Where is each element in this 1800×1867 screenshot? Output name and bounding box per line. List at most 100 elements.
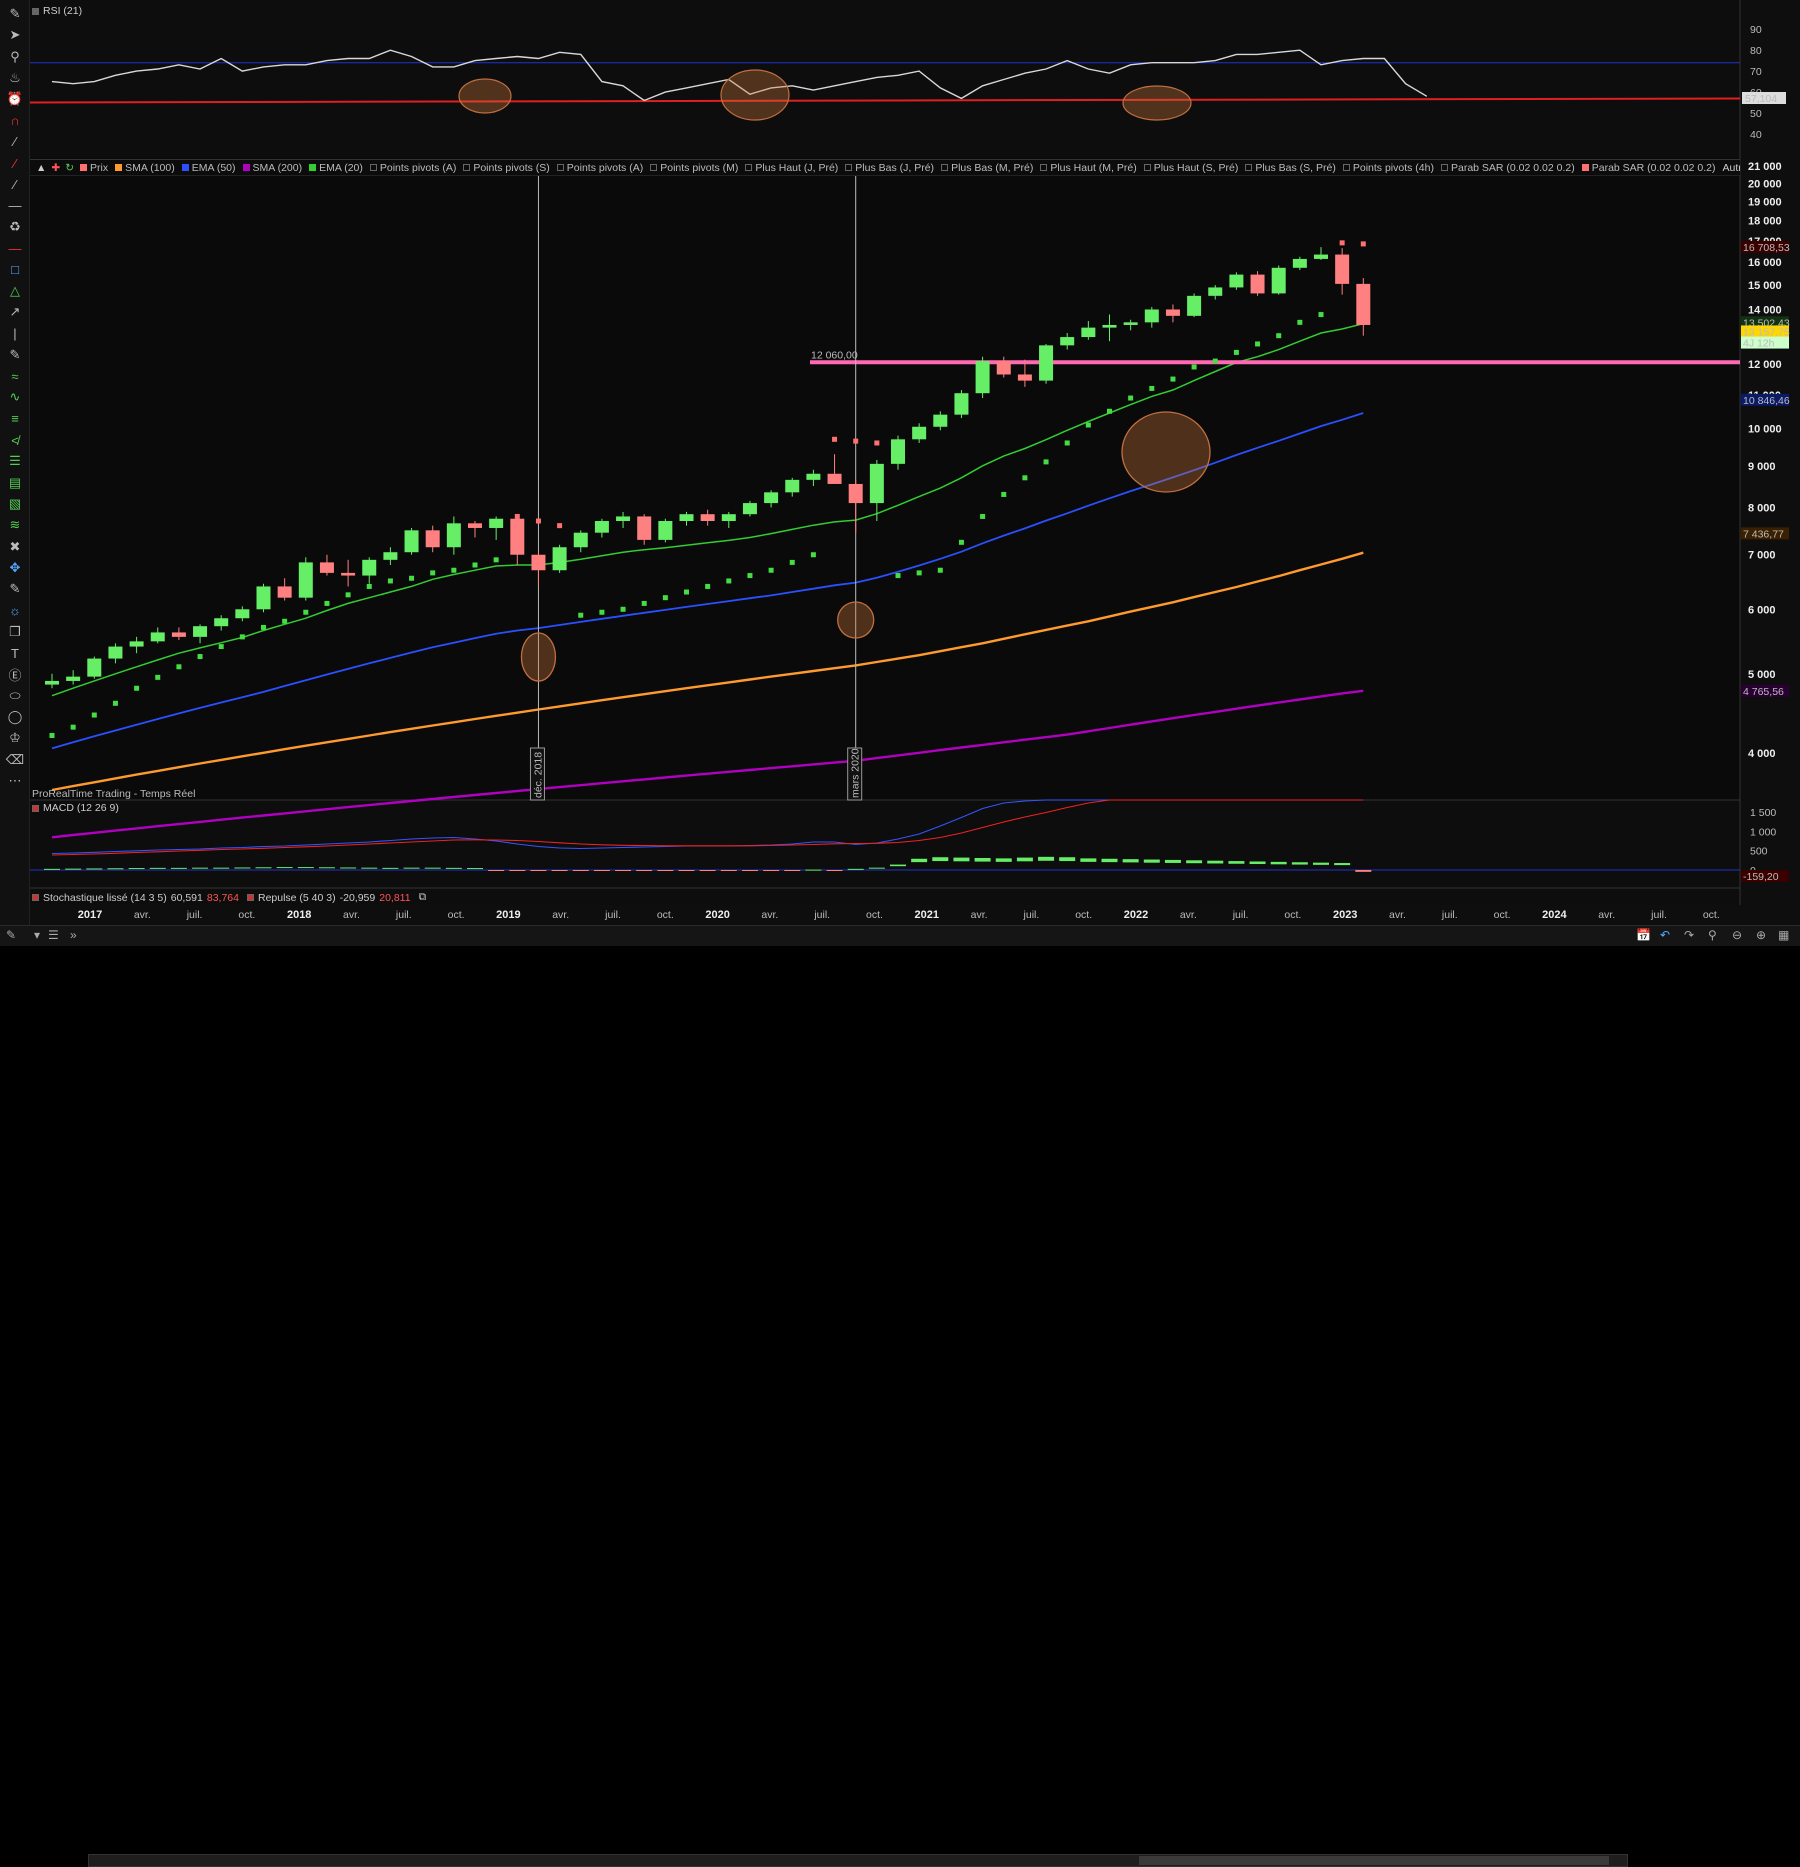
- legend-item[interactable]: Points pivots (M): [650, 162, 738, 174]
- trash-icon[interactable]: ♻: [4, 217, 26, 237]
- macd-label-box[interactable]: MACD (12 26 9): [32, 802, 119, 814]
- crown-icon[interactable]: ♔: [4, 728, 26, 748]
- legend-item[interactable]: Prix: [80, 162, 108, 174]
- fib-icon[interactable]: ≡: [4, 409, 26, 429]
- eraser-icon[interactable]: ⌫: [4, 750, 26, 770]
- legend-checkbox[interactable]: [1143, 164, 1151, 171]
- rsi-checkbox[interactable]: [32, 7, 39, 15]
- legend-checkbox[interactable]: [845, 164, 853, 171]
- legend-checkbox[interactable]: [1040, 164, 1048, 171]
- zoom-out-icon[interactable]: ⊖: [1732, 928, 1742, 942]
- move-icon[interactable]: ✥: [4, 558, 26, 578]
- bell-icon[interactable]: ♨: [4, 68, 26, 88]
- line-icon[interactable]: ∕: [4, 132, 26, 152]
- red-line-icon[interactable]: ∕: [4, 153, 26, 173]
- time-scrollbar[interactable]: [88, 1854, 1628, 1867]
- hline-icon[interactable]: —: [4, 196, 26, 216]
- spiral-icon[interactable]: ☼: [4, 600, 26, 620]
- chart-area[interactable]: 90807060504057,10421 00020 00019 00018 0…: [30, 0, 1800, 925]
- text-circle-icon[interactable]: Ⓔ: [4, 664, 26, 684]
- legend-item[interactable]: SMA (200): [242, 162, 302, 174]
- add-indicator-icon[interactable]: ✚: [51, 162, 60, 174]
- vline-icon[interactable]: |: [4, 324, 26, 344]
- legend-item[interactable]: SMA (100): [115, 162, 175, 174]
- alert-icon[interactable]: ▲: [36, 162, 46, 174]
- legend-checkbox[interactable]: [115, 164, 123, 171]
- segment-icon[interactable]: ∕: [4, 174, 26, 194]
- repulse-checkbox[interactable]: [246, 894, 254, 901]
- double-chevron-icon[interactable]: »: [70, 928, 77, 942]
- legend-item[interactable]: Parab SAR (0.02 0.02 0.2): [1581, 162, 1715, 174]
- grid-icon[interactable]: ▦: [1778, 928, 1789, 942]
- legend-checkbox[interactable]: [369, 164, 377, 171]
- legend-checkbox[interactable]: [941, 164, 949, 171]
- legend-checkbox[interactable]: [242, 164, 250, 171]
- zoom-fit-icon[interactable]: ⚲: [1708, 928, 1717, 942]
- legend-item[interactable]: Points pivots (S): [463, 162, 550, 174]
- legend-item[interactable]: Plus Haut (M, Pré): [1040, 162, 1137, 174]
- legend-checkbox[interactable]: [1440, 164, 1448, 171]
- rectangle-icon[interactable]: □: [4, 260, 26, 280]
- legend-item[interactable]: Plus Bas (M, Pré): [941, 162, 1033, 174]
- more-icon[interactable]: ⋯: [4, 771, 26, 791]
- legend-item[interactable]: Plus Bas (S, Pré): [1245, 162, 1336, 174]
- time-tick-label: avr.: [971, 909, 988, 921]
- brush-icon[interactable]: ✎: [4, 579, 26, 599]
- legend-item[interactable]: Points pivots (4h): [1342, 162, 1434, 174]
- redo-icon[interactable]: ↷: [1684, 928, 1694, 942]
- fib-fan-icon[interactable]: ☰: [4, 451, 26, 471]
- fib-box-icon[interactable]: ▤: [4, 473, 26, 493]
- panel-expand-icon[interactable]: ⧉: [419, 891, 427, 904]
- rsi-label-box[interactable]: RSI (21): [32, 5, 82, 17]
- stoch-checkbox[interactable]: [32, 894, 39, 901]
- legend-more-button[interactable]: Autres: [1722, 162, 1740, 174]
- menu-icon[interactable]: ☰: [48, 928, 59, 942]
- legend-checkbox[interactable]: [745, 164, 753, 171]
- copy-icon[interactable]: ❐: [4, 622, 26, 642]
- legend-checkbox[interactable]: [181, 164, 189, 171]
- zoom-in-icon[interactable]: ⊕: [1756, 928, 1766, 942]
- tools-icon[interactable]: ✖: [4, 537, 26, 557]
- pen-tool-icon[interactable]: ✎: [4, 345, 26, 365]
- pen-icon[interactable]: ✎: [6, 928, 16, 942]
- zoom-icon[interactable]: ⚲: [4, 47, 26, 67]
- legend-checkbox[interactable]: [1342, 164, 1350, 171]
- alarm-icon[interactable]: ⏰: [4, 89, 26, 109]
- magnet-icon[interactable]: ∩: [4, 111, 26, 131]
- fib-time-icon[interactable]: ▧: [4, 494, 26, 514]
- legend-item[interactable]: Plus Bas (J, Pré): [845, 162, 934, 174]
- triangle-icon[interactable]: △: [4, 281, 26, 301]
- shape-icon[interactable]: ◯: [4, 707, 26, 727]
- hline-red-icon[interactable]: —: [4, 238, 26, 258]
- calendar-icon[interactable]: 📅: [1636, 928, 1651, 942]
- legend-item[interactable]: Plus Haut (J, Pré): [745, 162, 838, 174]
- refresh-icon[interactable]: ↻: [65, 162, 74, 174]
- legend-item[interactable]: Points pivots (A): [556, 162, 643, 174]
- pitchfork-icon[interactable]: ≮: [4, 430, 26, 450]
- time-tick-label: oct.: [1703, 909, 1720, 921]
- legend-item[interactable]: EMA (20): [309, 162, 363, 174]
- legend-item[interactable]: Plus Haut (S, Pré): [1143, 162, 1238, 174]
- ellipse-icon[interactable]: ⬭: [4, 686, 26, 706]
- wave-icon[interactable]: ∿: [4, 387, 26, 407]
- undo-icon[interactable]: ↶: [1660, 928, 1670, 942]
- legend-checkbox[interactable]: [1245, 164, 1253, 171]
- legend-item[interactable]: EMA (50): [181, 162, 236, 174]
- text-icon[interactable]: T: [4, 643, 26, 663]
- legend-checkbox[interactable]: [1581, 164, 1589, 171]
- scroll-thumb[interactable]: [1139, 1856, 1609, 1865]
- ruler-icon[interactable]: ✎: [4, 4, 26, 24]
- legend-item[interactable]: Parab SAR (0.02 0.02 0.2): [1440, 162, 1575, 174]
- legend-checkbox[interactable]: [463, 164, 471, 171]
- legend-checkbox[interactable]: [309, 164, 317, 171]
- gann-icon[interactable]: ≋: [4, 515, 26, 535]
- legend-checkbox[interactable]: [556, 164, 564, 171]
- cursor-icon[interactable]: ➤: [4, 25, 26, 45]
- legend-item[interactable]: Points pivots (A): [369, 162, 456, 174]
- legend-checkbox[interactable]: [650, 164, 658, 171]
- dropdown-icon[interactable]: ▾: [34, 928, 40, 942]
- macd-checkbox[interactable]: [32, 804, 39, 812]
- arrow-icon[interactable]: ↗: [4, 302, 26, 322]
- legend-checkbox[interactable]: [80, 164, 88, 171]
- channel-icon[interactable]: ≈: [4, 366, 26, 386]
